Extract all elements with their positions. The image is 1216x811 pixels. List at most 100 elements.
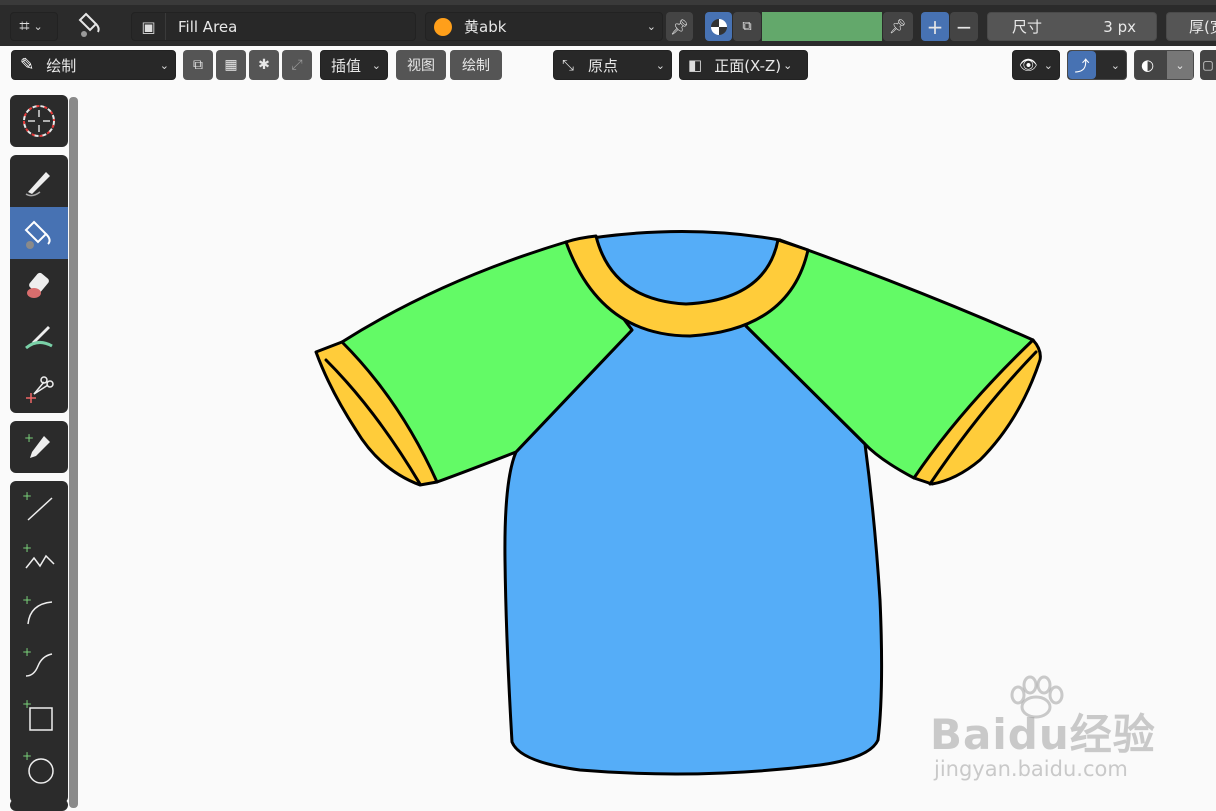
mode-selector[interactable]: ⌗ ⌄ <box>10 12 58 41</box>
tint-tool[interactable] <box>10 311 68 363</box>
curve-icon: + <box>22 646 53 677</box>
left-cuff <box>314 340 439 487</box>
material-name: 黄abk <box>464 18 507 36</box>
paint-group <box>10 155 68 413</box>
interpolate-label: 插值 <box>331 56 362 75</box>
chevron-down-icon: ⌄ <box>1043 58 1053 72</box>
plane-label: 正面(X-Z) <box>714 56 782 75</box>
chevron-down-icon: ⌄ <box>159 58 169 72</box>
chevron-down-icon: ⌄ <box>1110 58 1120 72</box>
cutter-icon <box>26 376 54 403</box>
thickness-field[interactable]: 厚(宽 <box>1166 12 1216 41</box>
material-selector[interactable]: 黄abk ⌄ <box>425 12 663 41</box>
left-sleeve <box>340 240 634 484</box>
chevron-down-icon: ⌄ <box>1167 51 1193 79</box>
eyedropper-group: + <box>10 421 68 473</box>
pin-icon: 📌︎ <box>889 18 907 35</box>
svg-text:+: + <box>22 594 32 607</box>
shirt-body <box>503 229 884 776</box>
tool-settings-bar: ✎ 绘制 ⌄ ⧉ ▦ ✱ ⤢ 插值 ⌄ 视图 绘制 ⤡ 原点 ⌄ ◧ 正面(X-… <box>0 46 1216 82</box>
polyline-icon: + <box>22 542 55 569</box>
origin-selector[interactable]: ⤡ 原点 ⌄ <box>553 50 672 80</box>
node-tree-icon: ⧉ <box>742 19 752 34</box>
multiframe-icon: ⧉ <box>193 57 203 73</box>
box-tool[interactable]: + <box>10 689 68 741</box>
pencil-icon: ✎ <box>20 55 35 75</box>
chevron-down-icon: ⌄ <box>33 20 43 33</box>
mask-icon: ▦ <box>224 57 238 73</box>
header-bar: ⌗ ⌄ ▣ Fill Area 黄abk ⌄ 📌︎ ⧉ 📌︎ + − 尺寸 3 … <box>0 0 1216 46</box>
mask-button[interactable]: ▦ <box>216 50 246 80</box>
tint-icon <box>25 326 53 350</box>
erase-icon <box>27 272 49 298</box>
fill-color-field[interactable] <box>762 12 882 41</box>
brush-selector[interactable]: ▣ Fill Area <box>131 12 416 41</box>
view-menu[interactable]: 视图 <box>396 50 446 80</box>
watermark: Baidu经验 jingyan.baidu.com <box>930 675 1170 785</box>
plane-selector[interactable]: ◧ 正面(X-Z) ⌄ <box>679 50 808 80</box>
draw-tool[interactable] <box>10 155 68 207</box>
origin-icon: ⤡ <box>562 56 575 74</box>
xray-icon: ▢ <box>1202 58 1214 72</box>
overlay-icon: ◐ <box>1141 56 1155 74</box>
pin-material-button[interactable]: 📌︎ <box>666 12 693 41</box>
circle-tool[interactable]: + <box>10 741 68 793</box>
eyedropper-tool[interactable]: + <box>10 421 68 473</box>
brush-thumbnail-icon: ▣ <box>132 13 166 40</box>
visibility-selector[interactable]: 👁︎ ⌄ <box>1012 50 1060 80</box>
line-tool[interactable]: + <box>10 481 68 533</box>
additive-mode-button[interactable]: + <box>921 12 949 41</box>
curve-edit-button[interactable]: ⤢ <box>282 50 312 80</box>
gizmo-selector[interactable]: ⤴ ⌄ <box>1067 50 1127 80</box>
line-icon: + <box>22 490 53 521</box>
subtractive-mode-button[interactable]: − <box>950 12 978 41</box>
right-cuff <box>912 338 1042 486</box>
chevron-down-icon: ⌄ <box>646 20 656 33</box>
cutter-tool[interactable] <box>10 363 68 415</box>
box-icon: + <box>22 698 53 731</box>
svg-text:+: + <box>22 698 32 711</box>
cursor-tool[interactable] <box>10 95 68 147</box>
cursor-group <box>10 95 68 147</box>
material-mode-button[interactable]: ⧉ <box>733 12 761 41</box>
fill-tool[interactable] <box>10 207 68 259</box>
polyline-tool[interactable]: + <box>10 533 68 585</box>
interaction-mode-selector[interactable]: ✎ 绘制 ⌄ <box>11 50 176 80</box>
draw-icon <box>25 172 50 197</box>
color-mode-button[interactable] <box>705 12 732 41</box>
draw-menu[interactable]: 绘制 <box>450 50 502 80</box>
right-cuff-line <box>928 350 1038 486</box>
thickness-label: 厚(宽 <box>1189 18 1216 36</box>
multiframe-button[interactable]: ⧉ <box>183 50 213 80</box>
circle-icon: + <box>22 750 54 784</box>
toolbar-scrollbar[interactable] <box>69 97 78 808</box>
more-tools-group <box>10 799 68 811</box>
view-menu-label: 视图 <box>407 58 435 74</box>
svg-text:+: + <box>22 490 32 503</box>
left-cuff-line <box>324 358 422 486</box>
collar-trim <box>564 234 810 338</box>
xray-button[interactable]: ▢ <box>1200 50 1216 80</box>
origin-label: 原点 <box>588 56 619 75</box>
overlay-selector[interactable]: ◐ ⌄ <box>1134 50 1194 80</box>
arc-tool[interactable]: + <box>10 585 68 637</box>
interpolate-menu[interactable]: 插值 ⌄ <box>320 50 388 80</box>
material-color-swatch <box>434 17 452 36</box>
eyedropper-icon: + <box>24 431 50 458</box>
curve-tool[interactable]: + <box>10 637 68 689</box>
snowflake-button[interactable]: ✱ <box>249 50 279 80</box>
watermark-brand: Baidu经验 <box>930 710 1156 759</box>
chevron-down-icon: ⌄ <box>371 58 381 72</box>
gizmo-icon: ⤴ <box>1068 51 1096 79</box>
size-field[interactable]: 尺寸 3 px <box>987 12 1157 41</box>
fill-bucket-icon <box>76 8 108 40</box>
pin-color-button[interactable]: 📌︎ <box>883 12 913 41</box>
size-label: 尺寸 <box>1012 18 1043 36</box>
erase-tool[interactable] <box>10 259 68 311</box>
arc-icon: + <box>22 594 53 625</box>
vertex-color-icon <box>710 18 727 35</box>
right-sleeve <box>744 238 1035 480</box>
watermark-url: jingyan.baidu.com <box>934 757 1128 781</box>
interaction-mode-label: 绘制 <box>46 56 77 75</box>
cursor-icon <box>23 105 55 137</box>
